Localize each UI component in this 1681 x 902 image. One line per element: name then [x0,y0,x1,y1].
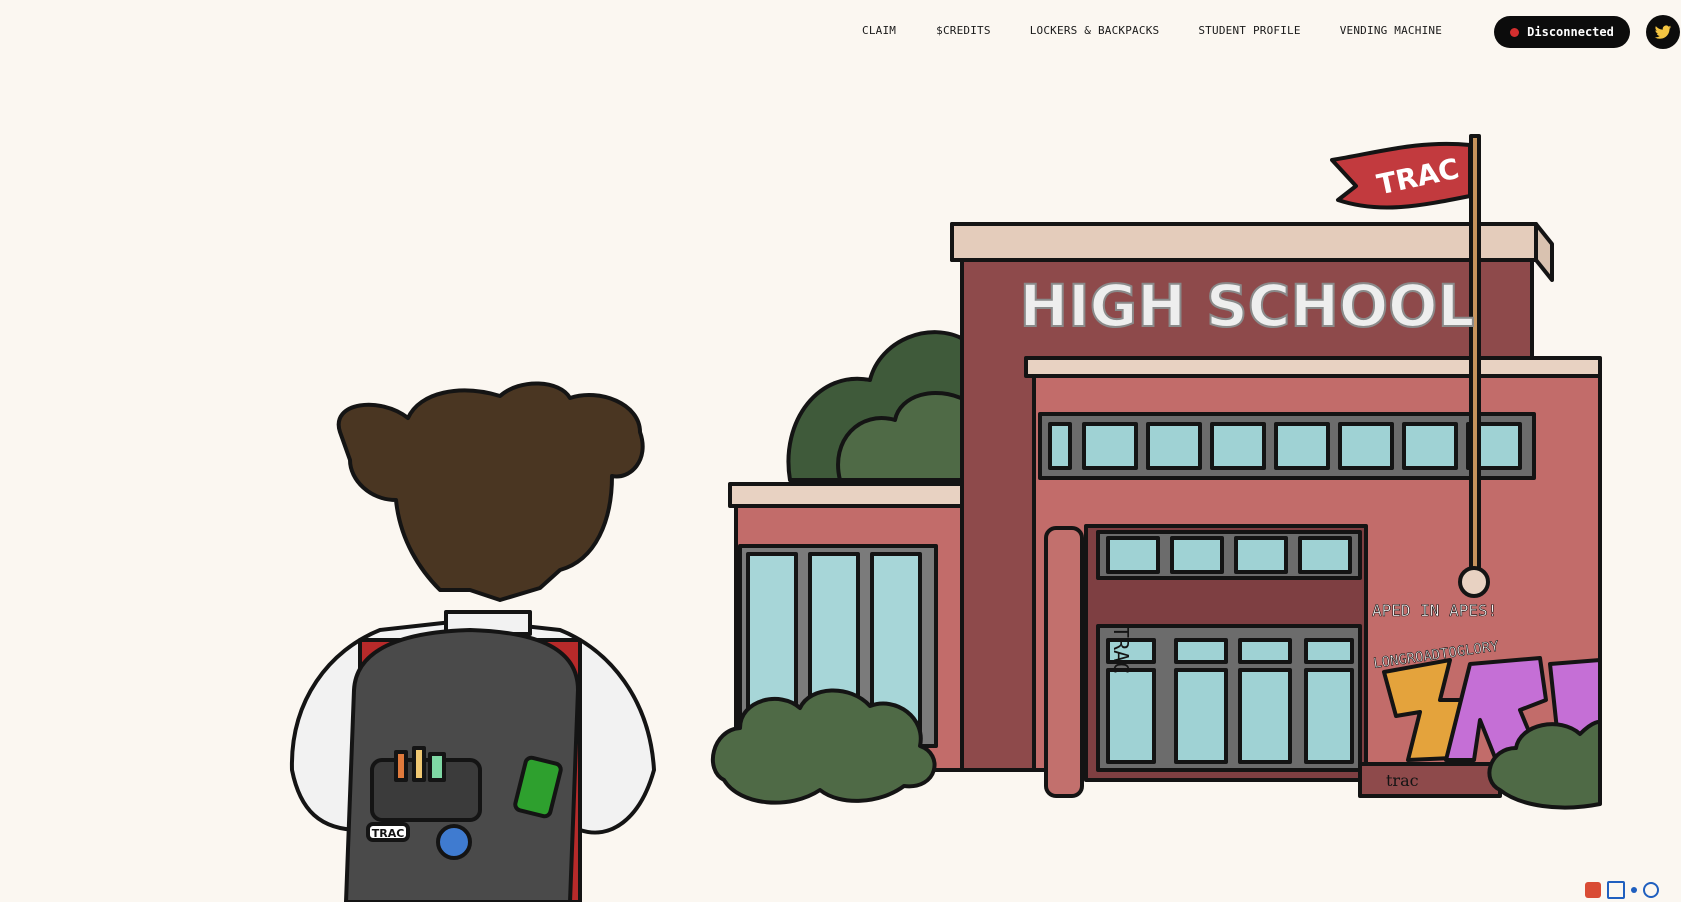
input-method-icon[interactable] [1585,882,1601,898]
dot-settings-icon[interactable] [1631,887,1637,893]
hero-illustration: HIGH SCHOOL TRAC TRAC APED IN APES! LONG… [289,134,1602,902]
building-sign: HIGH SCHOOL [1020,272,1475,340]
badge-patch-icon [436,824,472,860]
chinese-input-icon[interactable] [1607,881,1625,899]
pillar-text: TRAC [1109,626,1133,674]
bush-back-icon [786,330,967,482]
graffiti-tag: APED IN APES! [1372,601,1497,620]
system-tray [1585,878,1681,902]
backpack-patch-text: TRAC [372,827,405,840]
student-character [289,381,656,902]
plaque-text: trac [1386,771,1419,790]
gear-icon[interactable] [1643,882,1659,898]
